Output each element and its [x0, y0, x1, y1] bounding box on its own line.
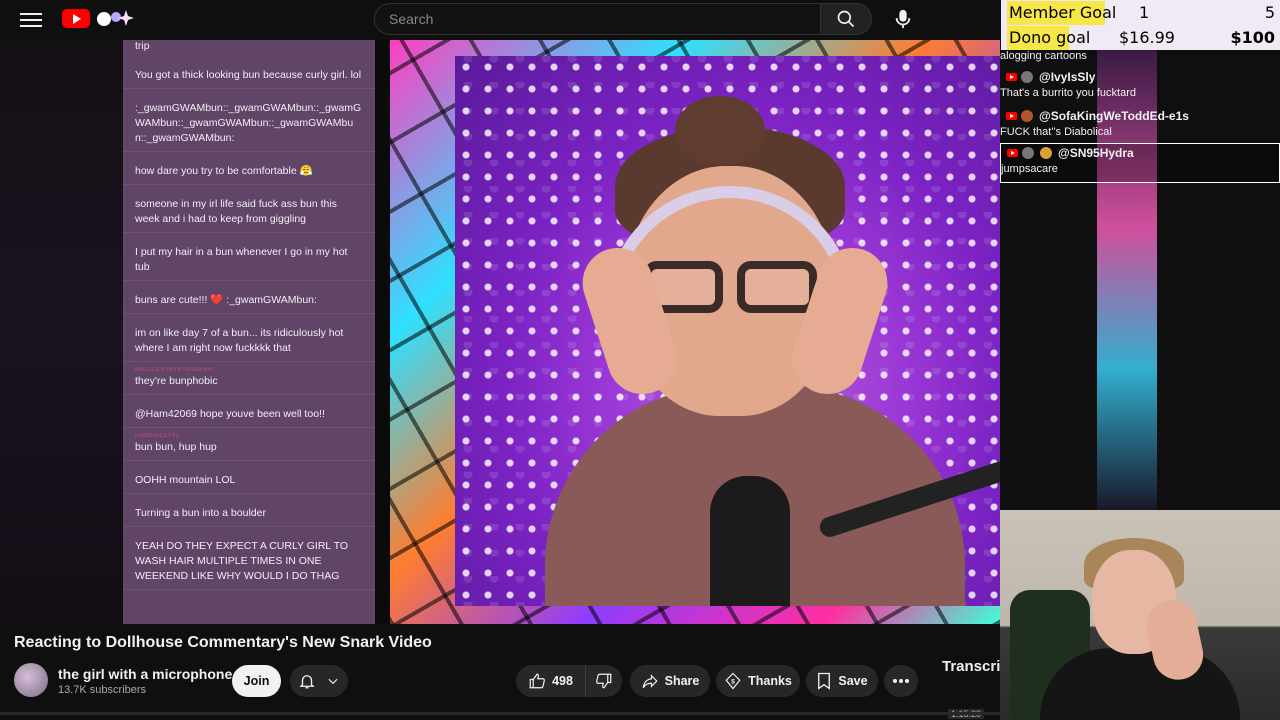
more-horizontal-icon — [893, 679, 909, 683]
more-actions-button[interactable] — [884, 665, 918, 697]
side-chat-item: @IvyIsSly That's a burrito you fucktard — [1000, 68, 1280, 100]
chevron-down-icon — [328, 678, 338, 685]
member-goal-label: Member Goal — [1007, 1, 1119, 25]
like-dislike-group: 498 — [516, 665, 622, 697]
channel-name[interactable]: the girl with a microphone — [58, 666, 232, 682]
search-icon — [837, 10, 855, 28]
member-goal-row: Member Goal 1 5 — [1007, 1, 1277, 25]
bookmark-icon — [818, 672, 831, 690]
thanks-dollar-icon: $ — [725, 672, 741, 690]
avatar — [1021, 110, 1033, 122]
chat-message: buns are cute!!! ❤️ :_gwamGWAMbun: — [123, 281, 375, 314]
dono-goal-target: $100 — [1230, 28, 1275, 47]
dono-goal-row: Dono goal $16.99 $100 — [1007, 26, 1277, 50]
thumbs-down-icon — [596, 673, 612, 689]
menu-icon[interactable] — [20, 10, 42, 28]
side-chat-item-highlighted: @SN95Hydra jumpsacare — [1000, 143, 1280, 183]
side-chat-overlay: alogging cartoons @IvyIsSly That's a bur… — [1000, 50, 1280, 195]
like-count: 498 — [552, 674, 573, 688]
chat-message-fragment: trip — [135, 40, 150, 52]
avatar — [1022, 147, 1034, 159]
like-button[interactable]: 498 — [516, 665, 586, 697]
member-goal-target: 5 — [1264, 3, 1275, 22]
player-background — [0, 40, 125, 624]
channel-avatar[interactable] — [14, 663, 48, 697]
share-icon — [642, 674, 658, 689]
chat-message: MILLICENTBYSTANDERR they're bunphobic — [123, 362, 375, 395]
reactor-webcam — [1000, 510, 1280, 720]
save-button[interactable]: Save — [806, 665, 878, 697]
avatar — [1021, 71, 1033, 83]
search-bar — [374, 3, 872, 35]
chat-message: KIMBERLEY91 bun bun, hup hup — [123, 428, 375, 461]
side-chat-text: jumpsacare — [1001, 163, 1058, 175]
youtube-logo[interactable] — [62, 9, 90, 28]
chat-message: how dare you try to be comfortable 😤 — [123, 152, 375, 185]
join-button[interactable]: Join — [232, 665, 281, 697]
top-bar — [0, 0, 1000, 40]
side-chat-item: @SofaKingWeToddEd-e1s FUCK that''s Diabo… — [1000, 107, 1280, 139]
bell-icon — [299, 675, 315, 689]
search-button[interactable] — [820, 3, 872, 35]
youtube-badge-icon — [1006, 73, 1017, 81]
chat-message: Turning a bun into a boulder — [123, 494, 375, 527]
side-chat-user: @SN95Hydra — [1058, 146, 1134, 160]
dono-goal-label: Dono goal — [1007, 26, 1093, 50]
thanks-label: Thanks — [748, 674, 792, 688]
transcript-heading[interactable]: Transcript — [942, 658, 1000, 675]
side-chat-text: That's a burrito you fucktard — [1000, 87, 1136, 99]
save-label: Save — [838, 674, 868, 688]
subscriber-count: 13.7K subscribers — [58, 684, 147, 696]
doodle-sparkle-icon[interactable] — [94, 6, 136, 32]
thumbs-up-icon — [529, 673, 545, 689]
video-title: Reacting to Dollhouse Commentary's New S… — [14, 634, 432, 651]
svg-text:$: $ — [731, 678, 735, 685]
thanks-button[interactable]: $ Thanks — [716, 665, 800, 697]
dono-goal-current: $16.99 — [1119, 28, 1175, 47]
chat-message: @Ham42069 hope youve been well too!! — [123, 395, 375, 428]
chat-message: YEAH DO THEY EXPECT A CURLY GIRL TO WASH… — [123, 527, 375, 590]
chat-message: im on like day 7 of a bun... its ridicul… — [123, 314, 375, 362]
notification-bell-button[interactable] — [290, 665, 348, 697]
goals-overlay: Member Goal 1 5 Dono goal $16.99 $100 — [1001, 0, 1280, 50]
stream-chat-overlay: trip You got a thick looking bun because… — [123, 40, 375, 624]
share-button[interactable]: Share — [630, 665, 710, 697]
streamer-camera — [455, 56, 1000, 606]
chat-message: someone in my irl life said fuck ass bun… — [123, 185, 375, 233]
microphone-icon — [895, 9, 911, 29]
chat-message: :_gwamGWAMbun::_gwamGWAMbun::_gwamGWAMbu… — [123, 89, 375, 152]
voice-search-button[interactable] — [884, 1, 922, 37]
chat-message-fragment: alogging cartoons — [1000, 50, 1087, 62]
chat-message: You got a thick looking bun because curl… — [123, 56, 375, 89]
youtube-badge-icon — [1006, 112, 1017, 120]
member-badge-icon — [1040, 147, 1052, 159]
member-goal-current: 1 — [1139, 3, 1150, 22]
chat-message: OOHH mountain LOL — [123, 461, 375, 494]
dislike-button[interactable] — [586, 665, 622, 697]
search-input[interactable] — [374, 3, 820, 35]
divider — [0, 712, 1000, 715]
chat-message: I put my hair in a bun whenever I go in … — [123, 233, 375, 281]
youtube-badge-icon — [1007, 149, 1018, 157]
share-label: Share — [664, 674, 700, 688]
side-chat-text: FUCK that''s Diabolical — [1000, 126, 1112, 138]
side-chat-user: @IvyIsSly — [1039, 70, 1096, 84]
side-chat-user: @SofaKingWeToddEd-e1s — [1039, 109, 1189, 123]
video-player[interactable]: trip You got a thick looking bun because… — [0, 40, 1000, 624]
